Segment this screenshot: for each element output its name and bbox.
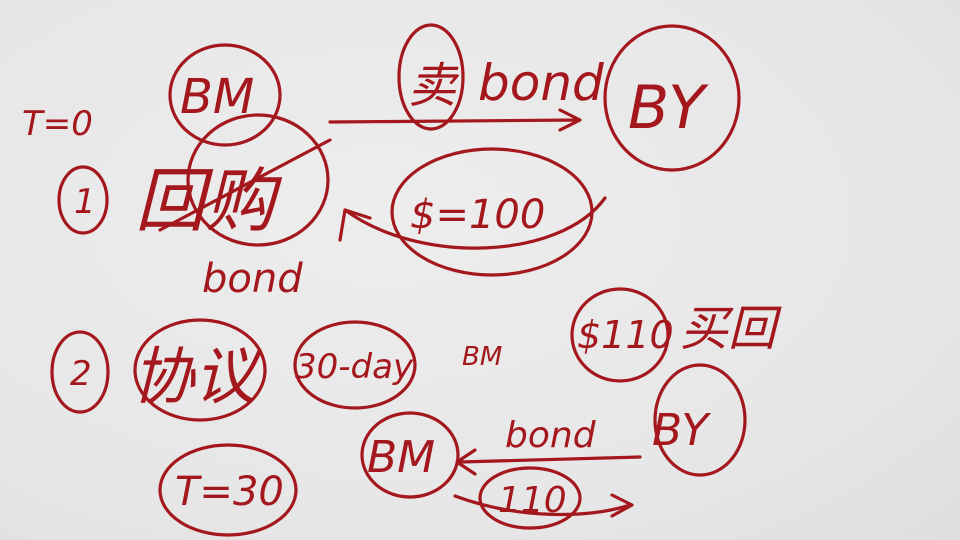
by-bottom-label: BY [652, 405, 711, 456]
bond-step1-label: bond [202, 256, 303, 302]
bm-bottom-label: BM [367, 432, 435, 483]
t30-label: T=30 [175, 469, 284, 515]
price-label: $110 [577, 313, 674, 357]
step2-number: 2 [70, 354, 92, 394]
agreement-label: 协议 [132, 340, 263, 413]
cash-label: $=100 [410, 192, 545, 238]
by-label: BY [628, 73, 709, 143]
bond-bottom-label: bond [505, 415, 597, 456]
bm-note-label: BM [462, 342, 502, 372]
buyback-tail-label: 买回 [680, 301, 782, 357]
step1-number: 1 [74, 182, 96, 222]
buyback-label: 回购 [135, 160, 283, 242]
term-label: 30-day [295, 347, 414, 387]
handwritten-diagram: T=0 BM 卖 bond BY $=100 1 回购 bond 2 协议 30… [22, 23, 782, 537]
whiteboard: T=0 BM 卖 bond BY $=100 1 回购 bond 2 协议 30… [0, 0, 960, 540]
bond-top-label: bond [478, 54, 604, 112]
t0-label: T=0 [22, 104, 93, 144]
sell-label: 卖 [408, 58, 460, 114]
